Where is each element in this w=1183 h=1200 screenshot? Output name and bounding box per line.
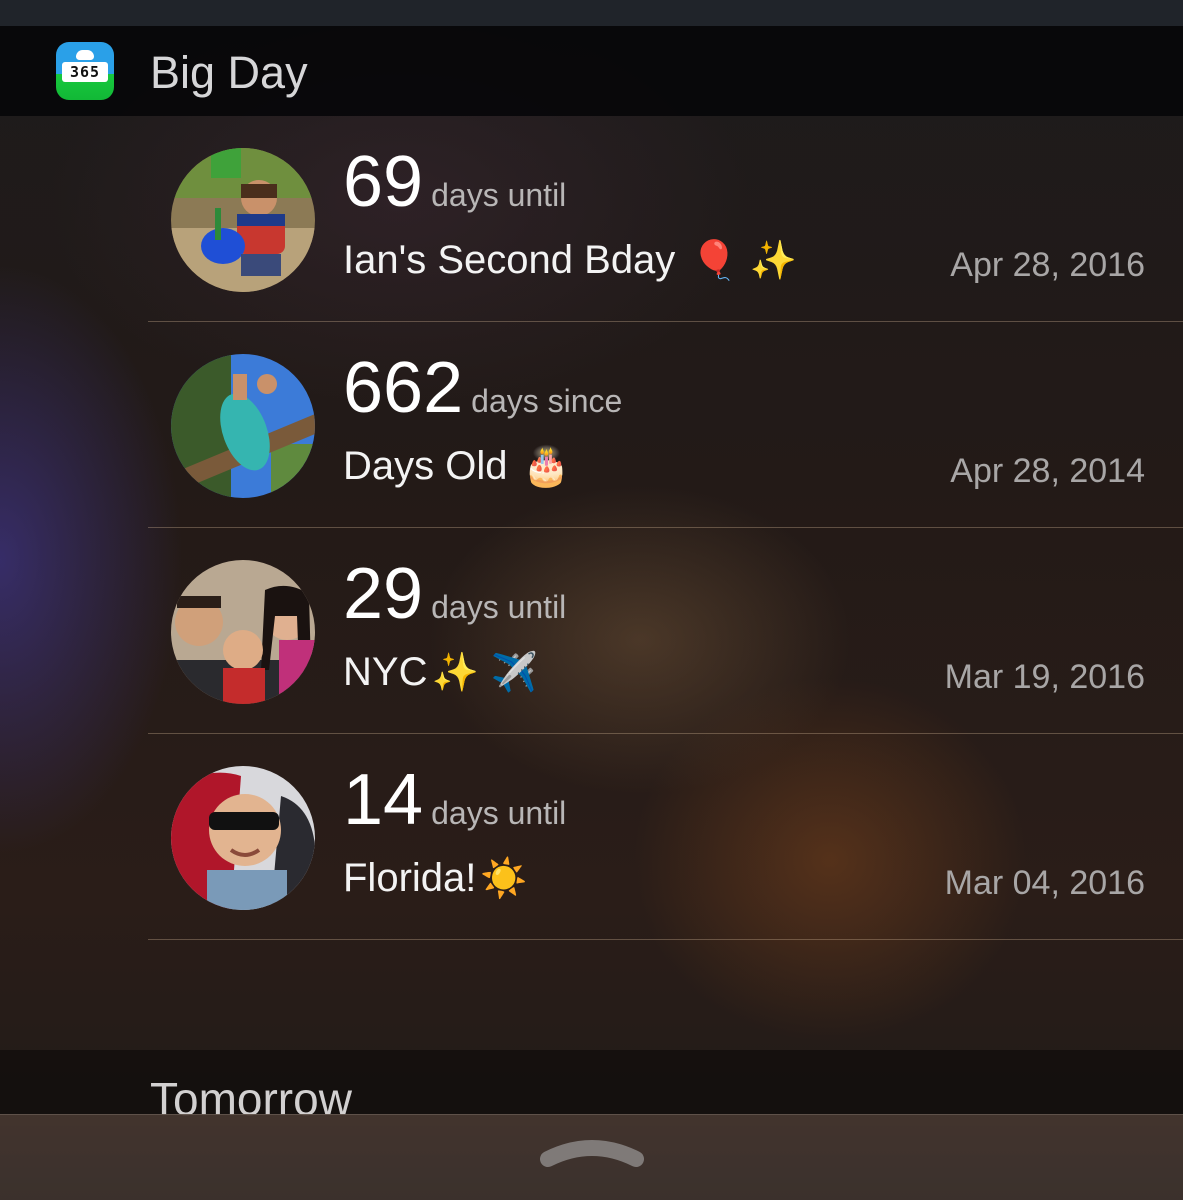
event-count: 29 days until xyxy=(343,554,566,647)
app-icon-label: 365 xyxy=(62,62,108,82)
event-photo-avatar xyxy=(171,148,315,292)
event-photo-avatar xyxy=(171,354,315,498)
widget-title: Big Day xyxy=(150,47,308,98)
event-date: Mar 04, 2016 xyxy=(944,864,1145,902)
event-title: Ian's Second Bday 🎈 ✨ xyxy=(343,236,797,284)
event-title-text: Days Old xyxy=(343,444,508,488)
sparkles-airplane-emoji: ✨ ✈️ xyxy=(431,650,539,694)
notification-center-bottom-bar xyxy=(0,1114,1183,1200)
event-row[interactable]: 29 days until NYC ✨ ✈️ Mar 19, 2016 xyxy=(0,528,1183,734)
day-count-unit: days until xyxy=(431,795,567,831)
event-title-text: Florida! xyxy=(343,856,477,900)
balloon-sparkles-emoji: 🎈 ✨ xyxy=(690,238,798,282)
day-count-number: 662 xyxy=(343,348,464,428)
day-count-number: 14 xyxy=(343,760,424,840)
event-count: 69 days until xyxy=(343,142,566,235)
event-count: 14 days until xyxy=(343,760,566,853)
event-count: 662 days since xyxy=(343,348,622,441)
event-row[interactable]: 69 days until Ian's Second Bday 🎈 ✨ Apr 2… xyxy=(0,116,1183,322)
event-photo-avatar xyxy=(171,560,315,704)
sun-emoji: ☀️ xyxy=(480,856,528,900)
event-title: NYC ✨ ✈️ xyxy=(343,648,538,696)
row-divider xyxy=(148,939,1183,940)
widget-header[interactable]: 365 Big Day xyxy=(0,26,1183,116)
event-title-text: NYC xyxy=(343,650,428,694)
day-count-number: 69 xyxy=(343,142,424,222)
grabber-handle-icon[interactable] xyxy=(540,1135,644,1171)
day-count-number: 29 xyxy=(343,554,424,634)
event-date: Apr 28, 2014 xyxy=(950,452,1145,490)
event-title: Florida! ☀️ xyxy=(343,854,528,902)
event-date: Apr 28, 2016 xyxy=(950,246,1145,284)
birthday-cake-emoji: 🎂 xyxy=(522,444,570,488)
event-row[interactable]: 14 days until Florida! ☀️ Mar 04, 2016 xyxy=(0,734,1183,940)
event-date: Mar 19, 2016 xyxy=(944,658,1145,696)
event-title: Days Old 🎂 xyxy=(343,442,570,490)
big-day-app-icon[interactable]: 365 xyxy=(56,42,114,100)
day-count-unit: days until xyxy=(431,177,567,213)
status-strip xyxy=(0,0,1183,26)
cloud-icon xyxy=(76,50,94,60)
day-count-unit: days until xyxy=(431,589,567,625)
event-row[interactable]: 662 days since Days Old 🎂 Apr 28, 2014 xyxy=(0,322,1183,528)
day-count-unit: days since xyxy=(471,383,623,419)
event-title-text: Ian's Second Bday xyxy=(343,238,676,282)
event-photo-avatar xyxy=(171,766,315,910)
